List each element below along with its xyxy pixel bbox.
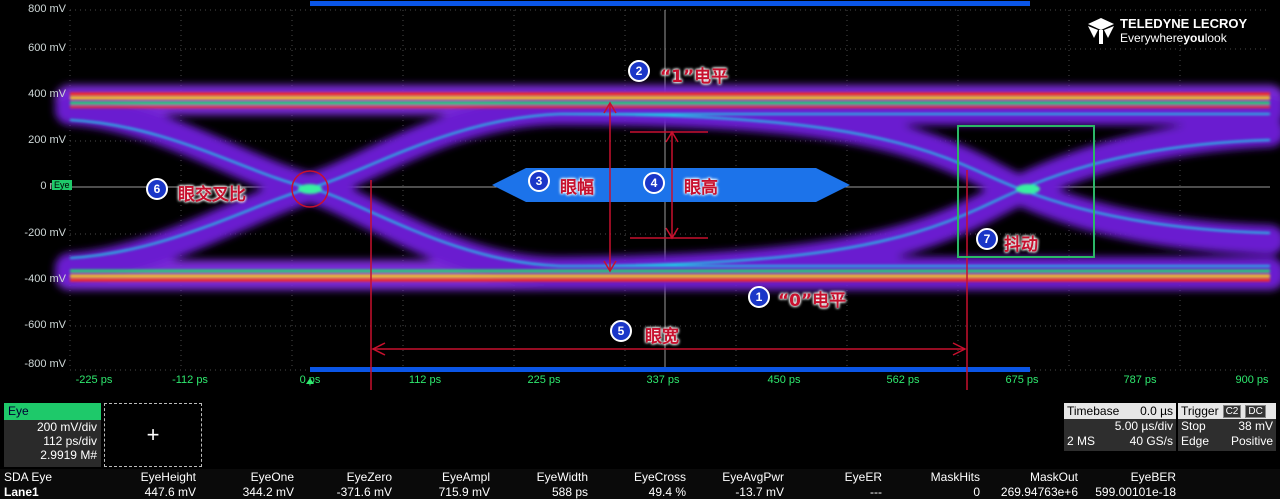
meas-value: -13.7 mV bbox=[735, 485, 784, 499]
meas-header: EyeHeight bbox=[140, 470, 196, 484]
x-tick-label: 337 ps bbox=[646, 374, 680, 386]
y-tick-label: 600 mV bbox=[28, 42, 66, 54]
annotation-eye-crossing: 眼交叉比 bbox=[178, 185, 246, 205]
y-tick-label: -400 mV bbox=[24, 273, 66, 285]
trigger-mode: Stop bbox=[1181, 419, 1206, 433]
x-tick-label: 900 ps bbox=[1235, 374, 1269, 386]
meas-value: 269.94763e+6 bbox=[1000, 485, 1078, 499]
meas-value: --- bbox=[870, 485, 882, 499]
trigger-label: Trigger bbox=[1181, 404, 1219, 418]
y-tick-label: 800 mV bbox=[28, 3, 66, 15]
brand-name: TELEDYNE LECROY bbox=[1120, 16, 1248, 31]
x-tick-label: 450 ps bbox=[767, 374, 801, 386]
y-tick-label: -200 mV bbox=[24, 227, 66, 239]
annotation-number: 3 bbox=[528, 170, 550, 192]
add-trace-button[interactable]: + bbox=[104, 403, 202, 467]
annotation-number: 1 bbox=[748, 286, 770, 308]
meas-header: EyeER bbox=[844, 470, 882, 484]
meas-header: SDA Eye bbox=[4, 470, 53, 484]
timebase-label: Timebase bbox=[1067, 404, 1120, 418]
meas-value: 344.2 mV bbox=[242, 485, 294, 499]
meas-header: EyeOne bbox=[250, 470, 294, 484]
vertical-scale: 200 mV/div bbox=[36, 420, 97, 434]
annotation-eye-amplitude: 眼幅 bbox=[560, 178, 594, 198]
annotation-one-level: “1”电平 bbox=[660, 67, 729, 87]
meas-value: 599.00101e-18 bbox=[1095, 485, 1176, 499]
annotation-jitter: 抖动 bbox=[1004, 235, 1038, 255]
x-tick-label: 112 ps bbox=[408, 374, 442, 386]
scope-display: 800 mV 600 mV 400 mV 200 mV 0 mV -200 mV… bbox=[0, 0, 1280, 499]
x-tick-label: 0 ps bbox=[299, 374, 321, 386]
trigger-coupling: DC bbox=[1245, 404, 1266, 418]
annotation-number: 5 bbox=[610, 320, 632, 342]
annotation-number: 6 bbox=[146, 178, 168, 200]
trigger-level: 38 mV bbox=[1238, 419, 1273, 433]
meas-header: EyeZero bbox=[346, 470, 392, 484]
brand-tagline: Everywhereyoulook bbox=[1120, 31, 1227, 45]
trigger-descriptor[interactable]: Trigger C2 DC Stop 38 mV Edge Positive bbox=[1178, 403, 1276, 451]
meas-header: EyeBER bbox=[1130, 470, 1176, 484]
trigger-type: Edge bbox=[1181, 434, 1210, 448]
y-tick-label: -800 mV bbox=[24, 358, 66, 370]
timebase-delay: 0.0 µs bbox=[1140, 404, 1173, 418]
meas-value: -371.6 mV bbox=[336, 485, 392, 499]
measurement-table[interactable]: SDA Eye EyeHeight EyeOne EyeZero EyeAmpl… bbox=[0, 469, 1280, 499]
eye-trace-descriptor[interactable]: Eye 200 mV/div 112 ps/div 2.9919 M# bbox=[4, 403, 101, 467]
meas-header: EyeAvgPwr bbox=[722, 470, 784, 484]
x-tick-label: -225 ps bbox=[75, 374, 113, 386]
bottom-marker-bar bbox=[310, 367, 1030, 372]
trigger-slope: Positive bbox=[1230, 434, 1273, 448]
y-tick-label: 200 mV bbox=[28, 134, 66, 146]
x-tick-label: 787 ps bbox=[1123, 374, 1157, 386]
annotation-number: 4 bbox=[643, 172, 665, 194]
x-tick-label: 562 ps bbox=[886, 374, 920, 386]
trigger-channel: C2 bbox=[1222, 404, 1242, 418]
meas-value: 49.4 % bbox=[648, 485, 686, 499]
x-tick-label: 675 ps bbox=[1005, 374, 1039, 386]
meas-value: 0 bbox=[973, 485, 980, 499]
meas-value: Lane1 bbox=[4, 485, 39, 499]
horizontal-scale: 112 ps/div bbox=[43, 434, 97, 448]
meas-header: MaskOut bbox=[1029, 470, 1078, 484]
annotation-number: 7 bbox=[976, 228, 998, 250]
meas-value: 588 ps bbox=[551, 485, 588, 499]
meas-value: 447.6 mV bbox=[144, 485, 196, 499]
timebase-rate: 40 GS/s bbox=[1129, 434, 1173, 448]
brand-logo: TELEDYNE LECROY Everywhereyoulook bbox=[1086, 14, 1276, 48]
timebase-descriptor[interactable]: Timebase 0.0 µs 5.00 µs/div 2 MS 40 GS/s bbox=[1064, 403, 1176, 451]
meas-value: 715.9 mV bbox=[438, 485, 490, 499]
y-tick-label: -600 mV bbox=[24, 319, 66, 331]
x-tick-label: -112 ps bbox=[172, 374, 208, 386]
annotation-eye-height: 眼高 bbox=[684, 178, 718, 198]
annotation-number: 2 bbox=[628, 60, 650, 82]
eye-trace-title: Eye bbox=[4, 403, 101, 420]
meas-header: EyeCross bbox=[633, 470, 686, 484]
timebase-scale: 5.00 µs/div bbox=[1114, 419, 1173, 433]
top-marker-bar bbox=[310, 1, 1030, 6]
trace-tag[interactable]: Eye bbox=[52, 180, 72, 190]
annotation-eye-width: 眼宽 bbox=[645, 327, 679, 347]
x-tick-label: 225 ps bbox=[527, 374, 561, 386]
y-tick-label: 400 mV bbox=[28, 88, 66, 100]
annotation-zero-level: “0”电平 bbox=[778, 291, 847, 311]
timebase-samples: 2 MS bbox=[1067, 434, 1096, 448]
meas-header: EyeAmpl bbox=[441, 470, 490, 484]
teledyne-logo-icon bbox=[1088, 18, 1114, 44]
meas-header: EyeWidth bbox=[536, 470, 588, 484]
sample-count: 2.9919 M# bbox=[40, 448, 97, 462]
meas-header: MaskHits bbox=[930, 470, 980, 484]
